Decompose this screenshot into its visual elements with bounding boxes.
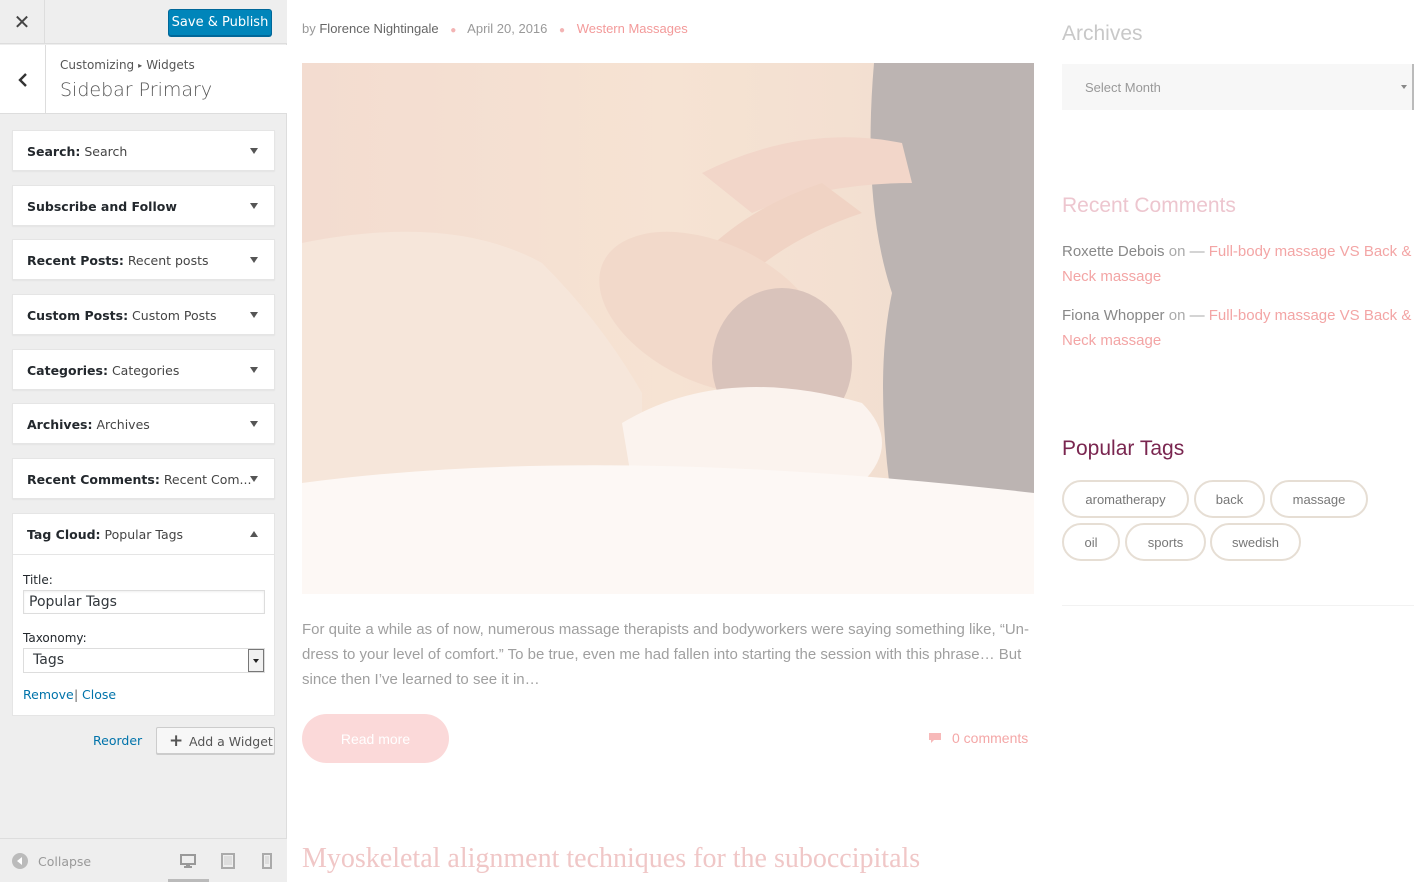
tag-pill[interactable]: aromatherapy — [1062, 480, 1189, 518]
post-date: April 20, 2016 — [467, 21, 548, 36]
expand-arrow-icon[interactable] — [250, 257, 258, 263]
close-link[interactable]: Close — [82, 687, 116, 702]
widget-label: Archives: Archives — [27, 417, 150, 432]
dropdown-arrow-icon[interactable] — [248, 649, 264, 672]
taxonomy-select[interactable]: Tags — [23, 648, 265, 673]
sidebar-divider — [1062, 605, 1414, 606]
read-more-button[interactable]: Read more — [302, 714, 449, 763]
recent-comment-item: Fiona Whopper on — Full-body massage VS … — [1062, 303, 1422, 353]
popular-tags-heading: Popular Tags — [1062, 437, 1185, 460]
widget-label: Custom Posts: Custom Posts — [27, 308, 217, 323]
comments-link[interactable]: 0 comments — [928, 730, 1028, 746]
recent-comments-heading: Recent Comments — [1062, 194, 1236, 217]
tablet-icon[interactable] — [220, 853, 236, 869]
reorder-link[interactable]: Reorder — [93, 733, 142, 748]
widget-label: Recent Comments: Recent Com... — [27, 472, 252, 487]
comment-dash: — — [1189, 243, 1205, 260]
post-excerpt: For quite a while as of now, numerous ma… — [302, 621, 1030, 688]
customizer-header: ✕ Save & Publish — [0, 0, 287, 44]
tag-pill[interactable]: sports — [1125, 523, 1206, 561]
meta-dot-icon: ● — [559, 25, 566, 36]
chevron-left-icon — [17, 72, 27, 87]
section-header: Customizing ▸ Widgets Sidebar Primary — [0, 45, 287, 114]
add-widget-button[interactable]: + Add a Widget — [156, 727, 275, 754]
expand-arrow-icon[interactable] — [250, 421, 258, 427]
taxonomy-field-label: Taxonomy: — [23, 631, 87, 645]
title-field[interactable] — [23, 590, 265, 614]
widget-label: Tag Cloud: Popular Tags — [27, 527, 184, 542]
post-category[interactable]: Western Massages — [577, 21, 688, 36]
widget-tag-cloud-header[interactable]: Tag Cloud: Popular Tags — [13, 514, 274, 555]
meta-dot-icon: ● — [450, 25, 457, 36]
widget-recent-comments[interactable]: Recent Comments: Recent Com... — [12, 458, 275, 499]
dropdown-arrow-icon — [1401, 85, 1407, 89]
widget-label: Recent Posts: Recent posts — [27, 253, 209, 268]
recent-comment-item: Roxette Debois on — Full-body massage VS… — [1062, 239, 1422, 289]
massage-photo — [302, 63, 1034, 594]
archives-heading: Archives — [1062, 22, 1143, 45]
collapse-button[interactable]: Collapse — [12, 851, 91, 871]
widget-custom-posts[interactable]: Custom Posts: Custom Posts — [12, 294, 275, 335]
post-featured-image[interactable] — [302, 63, 1034, 594]
widget-label: Subscribe and Follow — [27, 199, 177, 214]
breadcrumb: Customizing ▸ Widgets — [60, 58, 195, 72]
customizer-panel: ✕ Save & Publish Customizing ▸ Widgets Sid… — [0, 0, 287, 882]
breadcrumb-root: Customizing — [60, 58, 135, 72]
save-publish-button[interactable]: Save & Publish — [168, 9, 272, 36]
widget-label: Categories: Categories — [27, 363, 180, 378]
widget-categories[interactable]: Categories: Categories — [12, 349, 275, 390]
widget-tag-cloud: Tag Cloud: Popular Tags Title: Taxonomy:… — [12, 513, 275, 716]
widget-subscribe-follow[interactable]: Subscribe and Follow — [12, 185, 275, 226]
widget-recent-posts[interactable]: Recent Posts: Recent posts — [12, 239, 275, 280]
back-button[interactable] — [0, 45, 46, 114]
next-post-title[interactable]: Myoskeletal alignment techniques for the… — [302, 843, 920, 875]
comment-icon — [929, 733, 941, 743]
widget-search[interactable]: Search: Search — [12, 130, 275, 171]
post-by: by — [302, 21, 316, 36]
section-title: Sidebar Primary — [60, 79, 213, 101]
taxonomy-selected-value: Tags — [33, 652, 64, 668]
expand-arrow-icon[interactable] — [250, 148, 258, 154]
expand-arrow-icon[interactable] — [250, 312, 258, 318]
tag-pill[interactable]: swedish — [1210, 523, 1301, 561]
comment-on: on — [1168, 307, 1186, 324]
archives-select[interactable]: Select Month — [1062, 64, 1414, 110]
comment-author: Fiona Whopper — [1062, 307, 1165, 324]
post-author[interactable]: Florence Nightingale — [319, 21, 438, 36]
breadcrumb-separator-icon: ▸ — [138, 61, 143, 70]
desktop-icon[interactable] — [180, 853, 196, 869]
expand-arrow-icon[interactable] — [250, 476, 258, 482]
title-field-label: Title: — [23, 573, 53, 587]
widget-archives[interactable]: Archives: Archives — [12, 403, 275, 444]
tag-pill[interactable]: massage — [1270, 480, 1368, 518]
add-widget-label: Add a Widget — [189, 734, 273, 749]
collapse-icon — [12, 853, 28, 869]
comments-count: 0 comments — [952, 730, 1029, 746]
comment-dash: — — [1189, 307, 1205, 324]
mobile-icon[interactable] — [259, 853, 275, 869]
remove-link[interactable]: Remove — [23, 687, 74, 702]
collapse-arrow-icon[interactable] — [250, 531, 258, 537]
customizer-footer: Collapse — [0, 838, 287, 882]
comment-on: on — [1168, 243, 1186, 260]
tag-pill[interactable]: back — [1194, 480, 1265, 518]
site-preview: by Florence Nightingale ● April 20, 2016… — [288, 0, 1427, 882]
close-icon[interactable]: ✕ — [0, 0, 45, 44]
widget-label: Search: Search — [27, 144, 128, 159]
comment-author: Roxette Debois — [1062, 243, 1165, 260]
tag-pill[interactable]: oil — [1062, 523, 1120, 561]
plus-icon: + — [169, 731, 184, 751]
link-separator: | — [74, 687, 79, 702]
expand-arrow-icon[interactable] — [250, 367, 258, 373]
breadcrumb-leaf: Widgets — [146, 58, 195, 72]
collapse-label: Collapse — [38, 853, 92, 869]
post-meta: by Florence Nightingale ● April 20, 2016… — [302, 21, 688, 36]
expand-arrow-icon[interactable] — [250, 203, 258, 209]
archives-select-value: Select Month — [1085, 80, 1161, 95]
